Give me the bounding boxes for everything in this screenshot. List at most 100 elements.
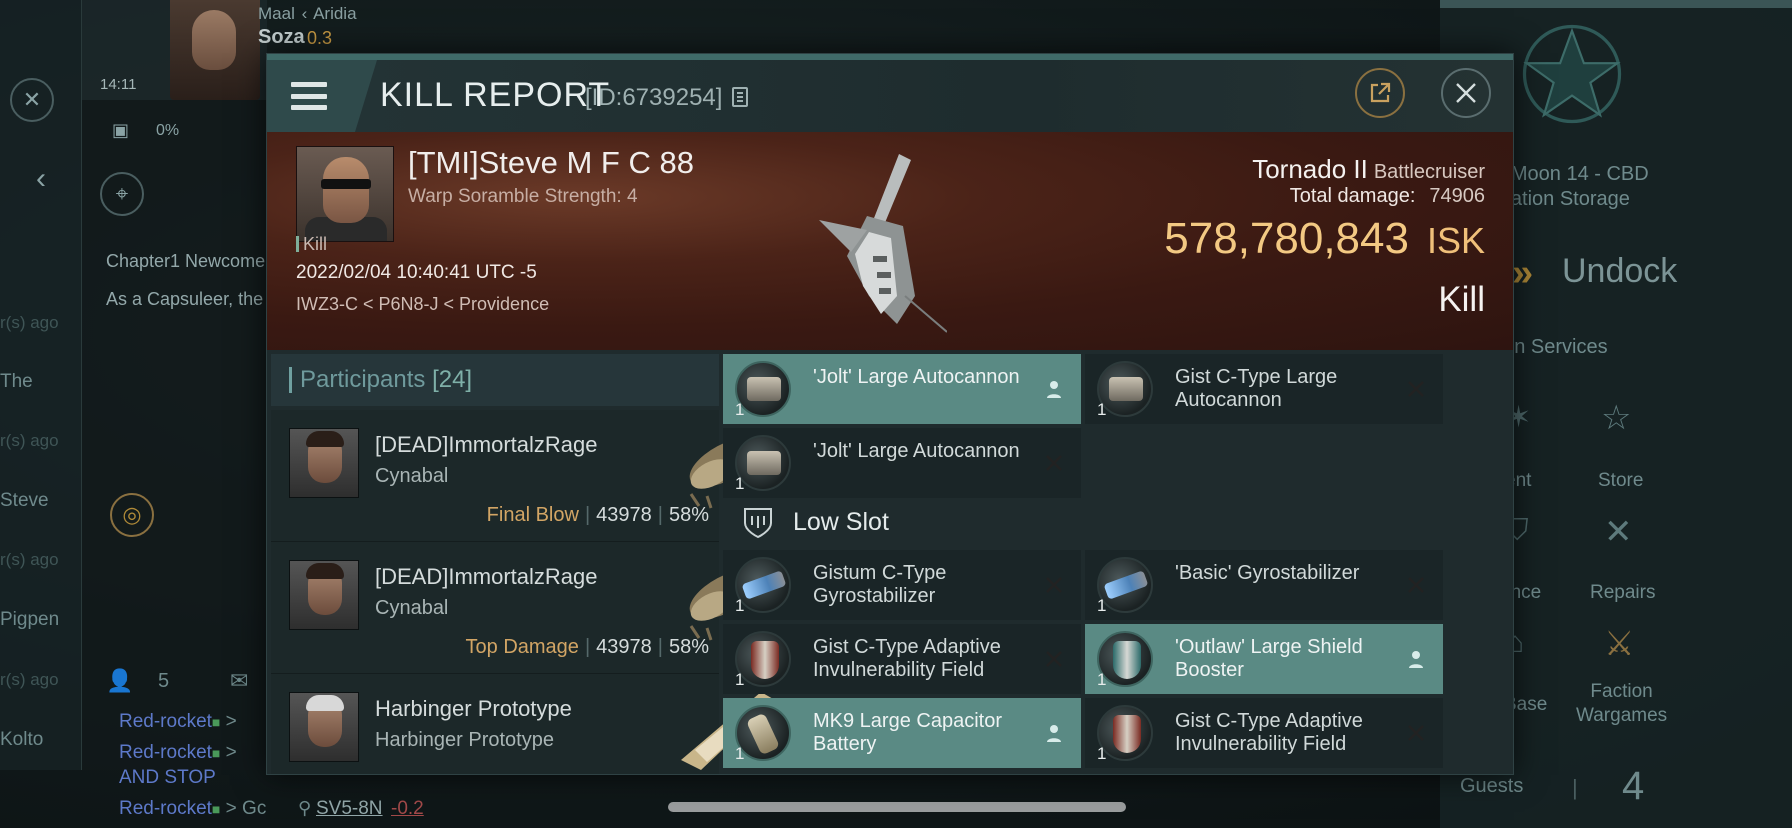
kill-report-modal: KILL REPORT [ID:6739254] [TMI]Steve M F …	[266, 53, 1514, 775]
module-item[interactable]: 1 Gist C-Type Adaptive Invulnerability F…	[1085, 698, 1443, 768]
chat-time: r(s) ago	[0, 313, 59, 332]
mail-icon[interactable]: ✉	[230, 668, 248, 694]
module-quantity: 1	[735, 744, 745, 763]
participant-name: [DEAD]ImmortalzRage	[375, 432, 598, 457]
cargo-icon: ▣	[112, 120, 130, 140]
fitted-pilot-icon	[1041, 720, 1067, 746]
chat-line: Red-rocket■ >	[119, 742, 237, 763]
module-item[interactable]: 1 'Jolt' Large Autocannon	[723, 354, 1081, 424]
module-name: 'Outlaw' Large Shield Booster	[1175, 636, 1363, 681]
faction-wargames-icon[interactable]: ⚔	[1604, 624, 1634, 664]
close-icon[interactable]: ✕	[10, 78, 54, 122]
chat-line: Red-rocket■ >	[119, 711, 237, 732]
chat-time: r(s) ago	[0, 550, 59, 569]
share-icon	[1370, 82, 1391, 103]
nes-store-icon[interactable]: ☆	[1601, 398, 1631, 438]
participant-portrait	[289, 692, 359, 762]
module-item[interactable]: 1 Gist C-Type Large Autocannon	[1085, 354, 1443, 424]
destroyed-x-icon	[1041, 646, 1067, 672]
isk-value: 578,780,843 ISK	[1164, 214, 1485, 263]
module-item[interactable]: 1 'Basic' Gyrostabilizer	[1085, 550, 1443, 620]
ship-name[interactable]: Tornado II Battlecruiser	[1252, 154, 1485, 185]
participant-name: [DEAD]ImmortalzRage	[375, 564, 598, 589]
service-label: Repairs	[1590, 582, 1656, 603]
module-quantity: 1	[1097, 670, 1107, 689]
module-name: MK9 Large Capacitor Battery	[813, 710, 1002, 755]
participant-portrait	[289, 428, 359, 498]
chat-time: r(s) ago	[0, 431, 59, 450]
system-link-security: -0.2	[391, 798, 424, 819]
copy-icon[interactable]	[732, 87, 748, 107]
guests-count: 4	[1622, 764, 1645, 808]
destroyed-x-icon	[1041, 450, 1067, 476]
location-pin-icon[interactable]: ⌖	[100, 172, 144, 216]
participant-portrait	[289, 560, 359, 630]
local-count: 5	[158, 670, 170, 692]
module-quantity: 1	[1097, 744, 1107, 763]
chat-line: Red-rocket■ > Gc	[119, 798, 267, 819]
system-link[interactable]: SV5-8N	[316, 798, 383, 820]
participant-ship: Cynabal	[375, 597, 449, 619]
module-item[interactable]: 1 'Outlaw' Large Shield Booster	[1085, 624, 1443, 694]
close-icon	[1456, 83, 1476, 103]
system-security: 0.3	[307, 28, 333, 48]
low-slot-header: Low Slot	[723, 496, 1511, 548]
undock-button[interactable]: Undock	[1562, 252, 1677, 291]
victim-name[interactable]: [TMI]Steve M F C 88	[408, 145, 694, 181]
kill-datetime: 2022/02/04 10:40:41 UTC -5	[296, 262, 537, 283]
kill-tag: Kill	[296, 234, 327, 255]
victim-subtitle: Warp Soramble Strength: 4	[408, 186, 638, 207]
module-item[interactable]: 1 Gistum C-Type Gyrostabilizer	[723, 550, 1081, 620]
guests-label: Guests	[1460, 775, 1524, 797]
close-button[interactable]	[1441, 68, 1491, 118]
destroyed-x-icon	[1041, 572, 1067, 598]
chat-line: AND STOP	[119, 767, 216, 788]
low-slot-icon	[744, 508, 772, 539]
destroyed-x-icon	[1403, 376, 1429, 402]
breadcrumb-separator-icon: ‹	[301, 4, 308, 23]
participant-row[interactable]: [DEAD]ImmortalzRage Cynabal Top Damage | 4…	[271, 542, 766, 674]
chat-name: Kolto	[0, 729, 44, 750]
participant-row[interactable]: Harbinger Prototype Harbinger Prototype	[271, 674, 775, 774]
kill-result: Kill	[1438, 280, 1485, 319]
repairs-icon[interactable]: ✕	[1604, 512, 1633, 552]
chevron-left-icon[interactable]: ‹	[36, 162, 46, 196]
pilot-avatar[interactable]	[170, 0, 260, 100]
fitted-modules-panel: 1 'Jolt' Large Autocannon 1 Gist C-Type …	[723, 354, 1511, 774]
home-indicator[interactable]	[668, 802, 1126, 812]
module-name: 'Jolt' Large Autocannon	[813, 366, 1020, 388]
fitted-pilot-icon	[1041, 376, 1067, 402]
system-name: Soza	[258, 26, 305, 48]
participant-name: Harbinger Prototype	[375, 696, 572, 721]
participants-header[interactable]: Participants [24]	[271, 354, 719, 406]
modal-title: KILL REPORT	[380, 76, 611, 114]
target-icon[interactable]: ◎	[110, 493, 154, 537]
participant-ship: Harbinger Prototype	[375, 729, 554, 751]
participant-row[interactable]: [DEAD]ImmortalzRage Cynabal Final Blow | 4…	[271, 410, 766, 542]
module-quantity: 1	[1097, 400, 1107, 419]
module-item[interactable]: 1 MK9 Large Capacitor Battery	[723, 698, 1081, 768]
kill-location[interactable]: IWZ3-C < P6N8-J < Providence	[296, 294, 549, 315]
ship-image[interactable]	[807, 146, 947, 338]
region-name: Maal	[258, 4, 295, 23]
area-name: Aridia	[313, 4, 357, 23]
module-name: Gist C-Type Adaptive Invulnerability Fie…	[1175, 710, 1363, 755]
chat-message: As a Capsuleer, the	[106, 289, 264, 309]
module-item[interactable]: 1 'Jolt' Large Autocannon	[723, 428, 1081, 498]
service-label: Faction Wargames	[1576, 681, 1668, 726]
module-quantity: 1	[735, 670, 745, 689]
chat-name: The	[0, 371, 33, 392]
cargo-percent: 0%	[156, 122, 180, 139]
participant-stats: Top Damage | 43978 | 58%	[465, 636, 709, 658]
clock: 14:11	[100, 76, 137, 93]
victim-banner: [TMI]Steve M F C 88 Warp Soramble Streng…	[267, 132, 1513, 350]
module-name: Gist C-Type Large Autocannon	[1175, 366, 1338, 411]
victim-portrait[interactable]	[296, 146, 394, 242]
local-members-icon[interactable]: 👤	[106, 668, 133, 694]
chat-channel-title[interactable]: Chapter1 Newcomer	[106, 251, 271, 272]
participant-stats: Final Blow | 43978 | 58%	[486, 504, 709, 526]
module-item[interactable]: 1 Gist C-Type Adaptive Invulnerability F…	[723, 624, 1081, 694]
share-button[interactable]	[1355, 68, 1405, 118]
participant-ship: Cynabal	[375, 465, 449, 487]
destroyed-x-icon	[1403, 720, 1429, 746]
